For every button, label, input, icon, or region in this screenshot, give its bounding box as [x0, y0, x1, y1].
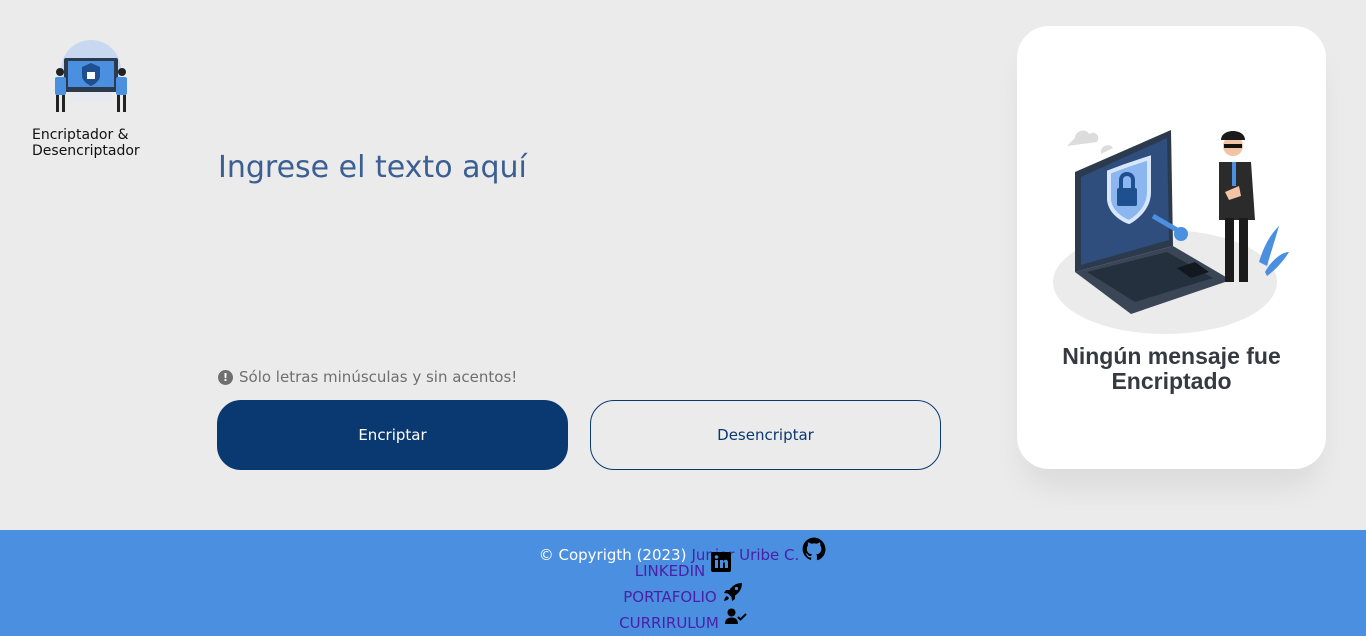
user-check-icon[interactable] [724, 608, 747, 626]
curriculum-row: CURRIRULUM [0, 608, 1366, 632]
portfolio-row: PORTAFOLIO [0, 583, 1366, 606]
encrypt-button[interactable]: Encriptar [217, 400, 568, 470]
text-input[interactable] [218, 150, 938, 350]
portfolio-link[interactable]: PORTAFOLIO [623, 588, 716, 606]
github-icon[interactable] [801, 536, 827, 562]
security-guard-illustration-icon [1053, 130, 1289, 334]
linkedin-row: LINKEDIN [0, 552, 1366, 580]
result-title-line2: Encriptado [1111, 368, 1232, 394]
decrypt-button[interactable]: Desencriptar [590, 400, 941, 470]
linkedin-icon[interactable] [711, 552, 732, 572]
result-title-line1: Ningún mensaje fue [1062, 343, 1281, 369]
exclamation-circle-icon: ! [218, 369, 233, 385]
brand-name: Encriptador & Desencriptador [32, 127, 172, 159]
hint-text: Sólo letras minúsculas y sin acentos! [239, 368, 518, 386]
curriculum-link[interactable]: CURRIRULUM [619, 614, 719, 632]
hint: ! Sólo letras minúsculas y sin acentos! [218, 368, 517, 386]
footer: © Copyrigth (2023) Junior Uribe C. LINKE… [0, 530, 1366, 636]
result-title: Ningún mensaje fue Encriptado [1017, 344, 1326, 394]
linkedin-link[interactable]: LINKEDIN [635, 562, 706, 580]
rocket-icon[interactable] [723, 582, 743, 602]
security-logo-icon [55, 40, 127, 112]
result-panel: Ningún mensaje fue Encriptado [1017, 26, 1326, 469]
brand-name-line1: Encriptador & [32, 127, 129, 143]
brand-name-line2: Desencriptador [32, 143, 140, 159]
